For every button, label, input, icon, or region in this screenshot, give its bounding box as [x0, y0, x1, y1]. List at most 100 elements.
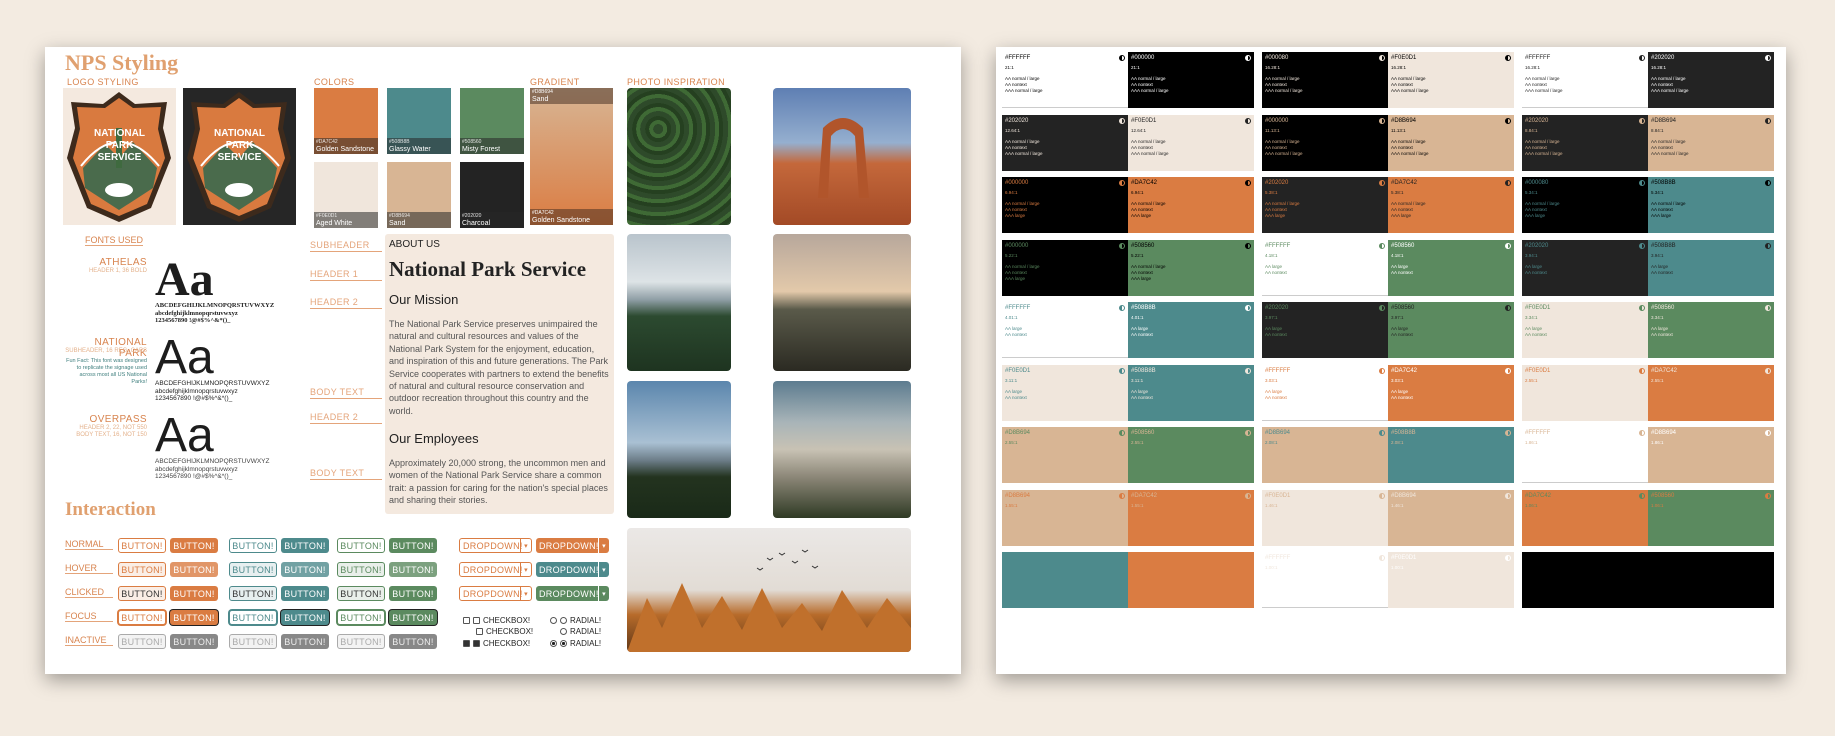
filled-button[interactable]: BUTTON! — [389, 538, 437, 553]
contrast-toggle-icon[interactable] — [1765, 430, 1771, 436]
contrast-toggle-icon[interactable] — [1119, 180, 1125, 186]
contrast-ratio: 6.94:1 — [1131, 190, 1144, 195]
contrast-toggle-icon[interactable] — [1639, 367, 1645, 374]
contrast-toggle-icon[interactable] — [1119, 430, 1125, 436]
contrast-check: AA normal / large — [1525, 201, 1560, 206]
contrast-toggle-icon[interactable] — [1119, 367, 1125, 374]
contrast-toggle-icon[interactable] — [1765, 180, 1771, 186]
contrast-toggle-icon[interactable] — [1379, 55, 1385, 61]
filled-button[interactable]: BUTTON! — [389, 610, 437, 625]
outline-button[interactable]: BUTTON! — [337, 538, 385, 553]
contrast-toggle-icon[interactable] — [1119, 242, 1125, 249]
filled-button[interactable]: BUTTON! — [170, 586, 218, 601]
contrast-toggle-icon[interactable] — [1379, 242, 1385, 249]
filled-button[interactable]: BUTTON! — [389, 586, 437, 601]
outline-button[interactable]: BUTTON! — [337, 562, 385, 577]
contrast-toggle-icon[interactable] — [1765, 55, 1771, 61]
checkbox-option[interactable]: CHECKBOX! — [463, 639, 530, 648]
contrast-toggle-icon[interactable] — [1639, 305, 1645, 311]
contrast-toggle-icon[interactable] — [1245, 117, 1251, 124]
contrast-toggle-icon[interactable] — [1245, 492, 1251, 499]
contrast-toggle-icon[interactable] — [1639, 180, 1645, 186]
radio-option[interactable]: RADIAL! — [560, 627, 601, 636]
contrast-hex: #000000 — [1265, 117, 1289, 124]
contrast-toggle-icon[interactable] — [1639, 492, 1645, 499]
contrast-hex: #DA7C42 — [1525, 492, 1552, 499]
dropdown-outline[interactable]: DROPDOWN! ▾ — [459, 538, 532, 553]
filled-button[interactable]: BUTTON! — [170, 538, 218, 553]
contrast-toggle-icon[interactable] — [1765, 117, 1771, 124]
contrast-toggle-icon[interactable] — [1245, 305, 1251, 311]
filled-button[interactable]: BUTTON! — [170, 562, 218, 577]
contrast-toggle-icon[interactable] — [1379, 492, 1385, 499]
contrast-toggle-icon[interactable] — [1505, 492, 1511, 499]
contrast-toggle-icon[interactable] — [1505, 117, 1511, 124]
contrast-toggle-icon[interactable] — [1245, 55, 1251, 61]
outline-button[interactable]: BUTTON! — [118, 586, 166, 601]
outline-button[interactable]: BUTTON! — [118, 538, 166, 553]
dropdown-outline[interactable]: DROPDOWN! ▾ — [459, 562, 532, 577]
contrast-toggle-icon[interactable] — [1119, 305, 1125, 311]
filled-button[interactable]: BUTTON! — [389, 562, 437, 577]
filled-button[interactable]: BUTTON! — [281, 538, 329, 553]
contrast-toggle-icon[interactable] — [1505, 305, 1511, 311]
contrast-toggle-icon[interactable] — [1765, 305, 1771, 311]
contrast-toggle-icon[interactable] — [1505, 367, 1511, 374]
filled-button[interactable]: BUTTON! — [389, 634, 437, 649]
filled-button[interactable]: BUTTON! — [170, 634, 218, 649]
filled-button-label: BUTTON! — [284, 540, 326, 551]
contrast-toggle-icon[interactable] — [1505, 430, 1511, 436]
checkbox-option[interactable]: CHECKBOX! — [476, 627, 533, 636]
outline-button[interactable]: BUTTON! — [118, 562, 166, 577]
contrast-toggle-icon[interactable] — [1505, 242, 1511, 249]
filled-button[interactable]: BUTTON! — [281, 586, 329, 601]
contrast-toggle-icon[interactable] — [1119, 55, 1125, 61]
contrast-toggle-icon[interactable] — [1505, 55, 1511, 61]
dropdown-outline[interactable]: DROPDOWN! ▾ — [459, 586, 532, 601]
filled-button[interactable]: BUTTON! — [170, 610, 218, 625]
contrast-toggle-icon[interactable] — [1639, 55, 1645, 61]
contrast-toggle-icon[interactable] — [1245, 430, 1251, 436]
contrast-toggle-icon[interactable] — [1379, 430, 1385, 436]
contrast-toggle-icon[interactable] — [1245, 242, 1251, 249]
contrast-toggle-icon[interactable] — [1379, 555, 1385, 561]
contrast-toggle-icon[interactable] — [1765, 555, 1771, 561]
radio-option[interactable]: RADIAL! — [550, 639, 601, 648]
outline-button[interactable]: BUTTON! — [229, 634, 277, 649]
contrast-toggle-icon[interactable] — [1379, 305, 1385, 311]
radio-option[interactable]: RADIAL! — [550, 616, 601, 625]
contrast-toggle-icon[interactable] — [1765, 492, 1771, 499]
contrast-toggle-icon[interactable] — [1639, 430, 1645, 436]
outline-button[interactable]: BUTTON! — [229, 610, 277, 625]
contrast-toggle-icon[interactable] — [1245, 180, 1251, 186]
outline-button[interactable]: BUTTON! — [229, 562, 277, 577]
contrast-toggle-icon[interactable] — [1379, 180, 1385, 186]
outline-button[interactable]: BUTTON! — [229, 538, 277, 553]
contrast-toggle-icon[interactable] — [1245, 367, 1251, 374]
logo-text-line: SERVICE — [217, 152, 262, 163]
contrast-toggle-icon[interactable] — [1119, 492, 1125, 499]
outline-button[interactable]: BUTTON! — [337, 610, 385, 625]
contrast-toggle-icon[interactable] — [1639, 242, 1645, 249]
filled-button[interactable]: BUTTON! — [281, 634, 329, 649]
outline-button[interactable]: BUTTON! — [229, 586, 277, 601]
contrast-toggle-icon[interactable] — [1765, 242, 1771, 249]
outline-button[interactable]: BUTTON! — [337, 586, 385, 601]
contrast-toggle-icon[interactable] — [1639, 555, 1645, 561]
contrast-toggle-icon[interactable] — [1765, 367, 1771, 374]
filled-button[interactable]: BUTTON! — [281, 610, 329, 625]
contrast-toggle-icon[interactable] — [1379, 367, 1385, 374]
contrast-toggle-icon[interactable] — [1505, 555, 1511, 561]
checkbox-option[interactable]: CHECKBOX! — [463, 616, 530, 625]
contrast-toggle-icon[interactable] — [1379, 117, 1385, 124]
dropdown-filled[interactable]: DROPDOWN! ▾ — [536, 562, 609, 577]
outline-button[interactable]: BUTTON! — [118, 610, 166, 625]
contrast-toggle-icon[interactable] — [1119, 117, 1125, 124]
outline-button[interactable]: BUTTON! — [337, 634, 385, 649]
contrast-toggle-icon[interactable] — [1505, 180, 1511, 186]
contrast-toggle-icon[interactable] — [1639, 117, 1645, 124]
filled-button[interactable]: BUTTON! — [281, 562, 329, 577]
dropdown-filled[interactable]: DROPDOWN! ▾ — [536, 586, 609, 601]
dropdown-filled[interactable]: DROPDOWN! ▾ — [536, 538, 609, 553]
outline-button[interactable]: BUTTON! — [118, 634, 166, 649]
